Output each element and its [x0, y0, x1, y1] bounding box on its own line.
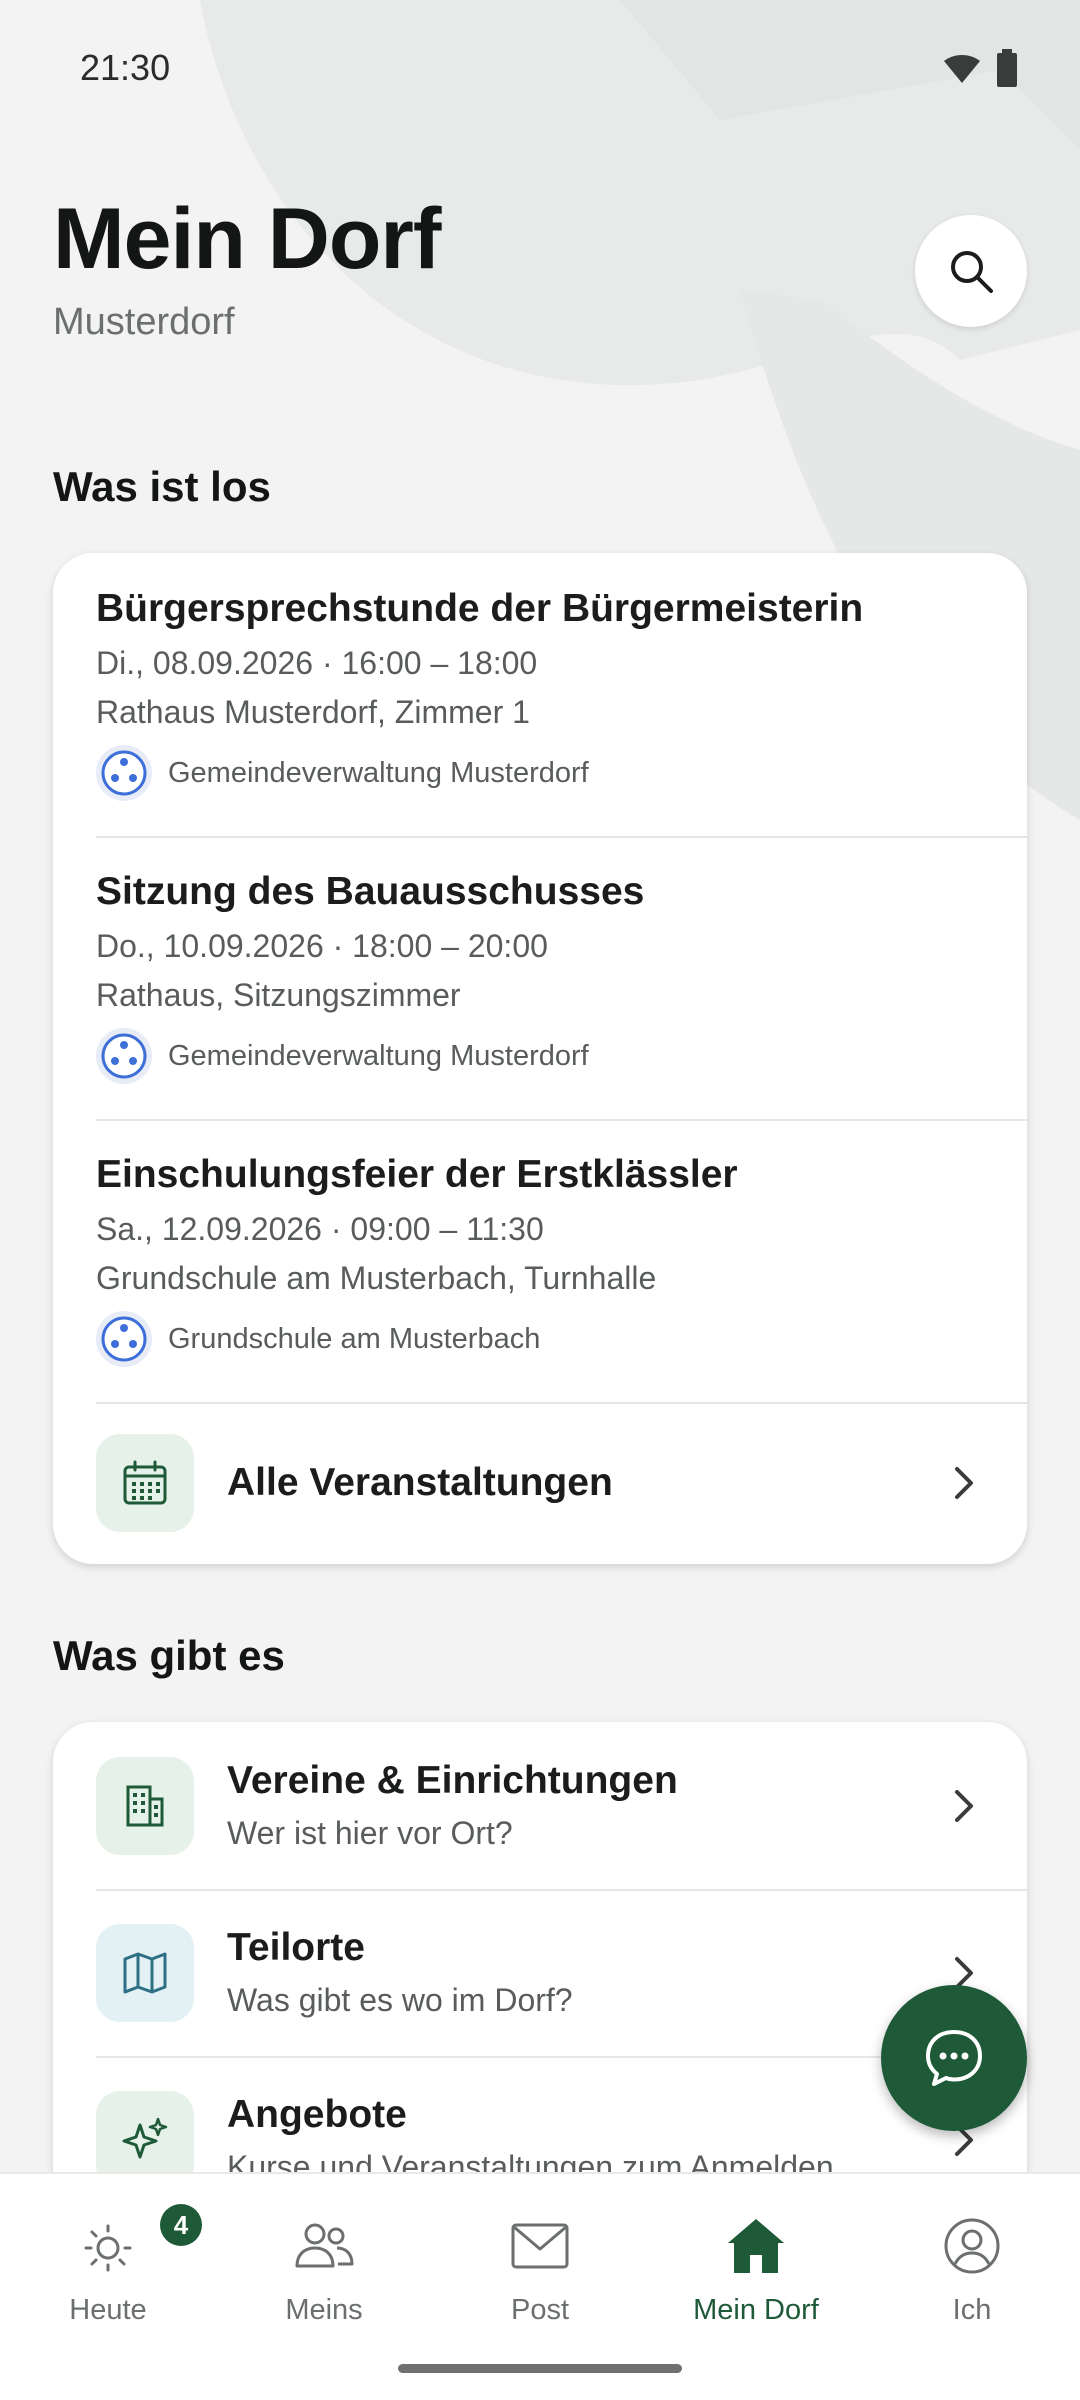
status-icons — [942, 48, 1018, 87]
event-organizer: Gemeindeverwaltung Musterdorf — [96, 745, 984, 801]
event-place: Grundschule am Musterbach, Turnhalle — [96, 1260, 657, 1296]
offer-subtitle: Wer ist hier vor Ort? — [227, 1815, 513, 1851]
event-title: Sitzung des Bauausschusses — [96, 870, 645, 913]
wifi-icon — [944, 54, 980, 83]
page-header: Mein Dorf Musterdorf — [53, 190, 442, 344]
event-date: Di., 08.09.2026 · 16:00 – 18:00 — [96, 645, 538, 681]
organizer-name: Gemeindeverwaltung Musterdorf — [168, 756, 589, 789]
offer-title: Teilorte — [227, 1926, 365, 1969]
event-item[interactable]: Einschulungsfeier der Erstklässler Sa., … — [53, 1119, 1027, 1402]
organizer-name: Grundschule am Musterbach — [168, 1322, 541, 1355]
organizer-logo-icon — [96, 1311, 152, 1367]
event-place: Rathaus Musterdorf, Zimmer 1 — [96, 694, 530, 730]
nav-label: Heute — [69, 2294, 147, 2326]
offer-title: Angebote — [227, 2093, 407, 2136]
event-item[interactable]: Bürgersprechstunde der Bürgermeisterin D… — [53, 553, 1027, 836]
nav-label: Post — [510, 2294, 570, 2326]
nav-item-meins[interactable]: Meins — [234, 2212, 414, 2327]
offer-subtitle: Was gibt es wo im Dorf? — [227, 1982, 573, 2018]
all-events-link[interactable]: Alle Veranstaltungen — [53, 1402, 1027, 1564]
nav-item-heute[interactable]: 4 Heute — [18, 2204, 202, 2327]
page-title: Mein Dorf — [53, 191, 442, 287]
event-organizer: Grundschule am Musterbach — [96, 1311, 984, 1367]
nav-label: Mein Dorf — [693, 2294, 819, 2326]
event-date: Do., 10.09.2026 · 18:00 – 20:00 — [96, 928, 548, 964]
chevron-right-icon — [944, 1786, 984, 1826]
organizer-name: Gemeindeverwaltung Musterdorf — [168, 1039, 589, 1072]
events-card: Bürgersprechstunde der Bürgermeisterin D… — [53, 553, 1027, 1564]
chat-bubble-icon — [926, 2030, 982, 2086]
offer-text: Teilorte Was gibt es wo im Dorf? — [227, 1926, 944, 2019]
offer-item-vereine[interactable]: Vereine & Einrichtungen Wer ist hier vor… — [53, 1722, 1027, 1889]
page-subtitle: Musterdorf — [53, 301, 235, 343]
all-events-text: Alle Veranstaltungen — [227, 1461, 944, 1505]
people-icon — [291, 2212, 357, 2280]
status-time: 21:30 — [80, 46, 171, 88]
sun-icon: 4 — [78, 2204, 202, 2280]
nav-item-mein-dorf[interactable]: Mein Dorf — [666, 2212, 846, 2327]
nav-label: Meins — [285, 2294, 363, 2326]
event-place: Rathaus, Sitzungszimmer — [96, 977, 461, 1013]
chevron-right-icon — [944, 1463, 984, 1503]
battery-icon — [997, 48, 1017, 87]
organizer-logo-icon — [96, 745, 152, 801]
section-title-events: Was ist los — [53, 463, 271, 510]
home-indicator — [398, 2364, 682, 2373]
building-icon — [96, 1756, 194, 1855]
organizer-logo-icon — [96, 1028, 152, 1084]
nav-item-ich[interactable]: Ich — [882, 2212, 1062, 2327]
notification-badge: 4 — [160, 2204, 202, 2246]
nav-label: Ich — [952, 2294, 992, 2326]
event-item[interactable]: Sitzung des Bauausschusses Do., 10.09.20… — [53, 836, 1027, 1119]
event-title: Einschulungsfeier der Erstklässler — [96, 1153, 738, 1196]
offer-title: Vereine & Einrichtungen — [227, 1759, 678, 1802]
mail-icon — [510, 2212, 570, 2280]
event-organizer: Gemeindeverwaltung Musterdorf — [96, 1028, 984, 1084]
section-title-offers: Was gibt es — [53, 1632, 285, 1679]
nav-item-post[interactable]: Post — [450, 2212, 630, 2327]
offer-text: Vereine & Einrichtungen Wer ist hier vor… — [227, 1759, 944, 1852]
event-date: Sa., 12.09.2026 · 09:00 – 11:30 — [96, 1211, 544, 1247]
search-button[interactable] — [915, 215, 1027, 327]
search-icon — [951, 251, 993, 293]
map-icon — [96, 1923, 194, 2022]
profile-icon — [942, 2212, 1002, 2280]
event-title: Bürgersprechstunde der Bürgermeisterin — [96, 587, 864, 630]
offer-item-teilorte[interactable]: Teilorte Was gibt es wo im Dorf? — [53, 1889, 1027, 2056]
home-icon — [724, 2212, 788, 2280]
chat-fab-button[interactable] — [881, 1985, 1027, 2131]
calendar-icon — [96, 1434, 194, 1532]
all-events-label: Alle Veranstaltungen — [227, 1461, 613, 1504]
status-bar: 21:30 — [0, 0, 1080, 135]
